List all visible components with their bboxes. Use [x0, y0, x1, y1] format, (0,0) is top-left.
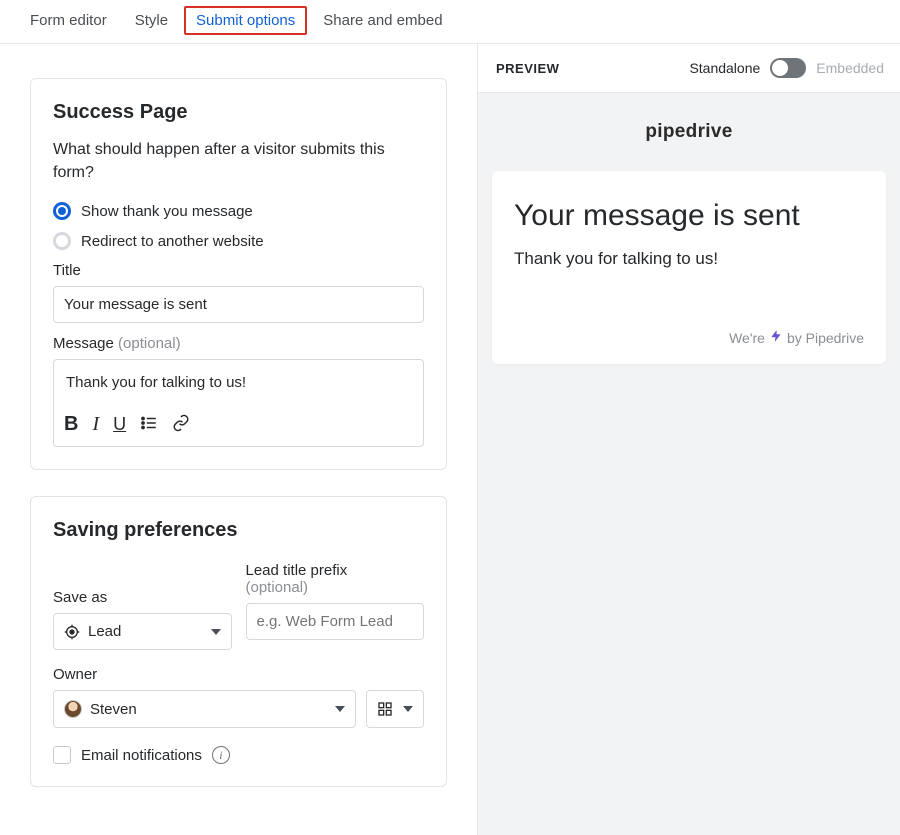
- bullet-list-icon[interactable]: [140, 414, 158, 436]
- owner-value: Steven: [90, 701, 137, 718]
- tab-bar: Form editor Style Submit options Share a…: [0, 0, 900, 44]
- grid-icon: [377, 701, 393, 717]
- save-as-label: Save as: [53, 562, 232, 606]
- preview-card: Your message is sent Thank you for talki…: [492, 171, 886, 364]
- preview-title: Your message is sent: [514, 199, 864, 233]
- preview-mode-toggle[interactable]: [770, 58, 806, 78]
- chevron-down-icon: [403, 706, 413, 712]
- avatar-icon: [64, 700, 82, 718]
- preview-surface: pipedrive Your message is sent Thank you…: [478, 93, 900, 835]
- success-page-heading: Success Page: [53, 101, 424, 124]
- lead-icon: [64, 624, 80, 640]
- prefix-label: Lead title prefix (optional): [246, 562, 425, 596]
- preview-heading: PREVIEW: [496, 61, 559, 76]
- embedded-label: Embedded: [816, 60, 884, 76]
- radio-redirect[interactable]: Redirect to another website: [53, 232, 424, 250]
- success-page-card: Success Page What should happen after a …: [30, 78, 447, 470]
- radio-label: Redirect to another website: [81, 233, 264, 250]
- save-as-select[interactable]: Lead: [53, 613, 232, 650]
- tab-style[interactable]: Style: [135, 12, 168, 29]
- tab-form-editor[interactable]: Form editor: [30, 12, 107, 29]
- preview-message: Thank you for talking to us!: [514, 249, 864, 269]
- radio-icon: [53, 232, 71, 250]
- prefix-input[interactable]: [246, 603, 425, 640]
- info-icon[interactable]: i: [212, 746, 230, 764]
- brand-logo: pipedrive: [492, 121, 886, 143]
- message-textarea[interactable]: Thank you for talking to us!: [53, 359, 424, 407]
- saving-preferences-heading: Saving preferences: [53, 519, 424, 542]
- italic-icon[interactable]: I: [92, 413, 99, 436]
- message-label: Message (optional): [53, 335, 424, 352]
- owner-select[interactable]: Steven: [53, 690, 356, 728]
- save-as-value: Lead: [88, 623, 121, 640]
- success-page-question: What should happen after a visitor submi…: [53, 138, 424, 184]
- layout-button[interactable]: [366, 690, 424, 728]
- chevron-down-icon: [211, 629, 221, 635]
- underline-icon[interactable]: U: [113, 414, 126, 435]
- link-icon[interactable]: [172, 414, 190, 436]
- radio-label: Show thank you message: [81, 203, 253, 220]
- tab-share-embed[interactable]: Share and embed: [323, 12, 442, 29]
- title-label: Title: [53, 262, 424, 279]
- preview-footer: We're by Pipedrive: [514, 329, 864, 346]
- chevron-down-icon: [335, 706, 345, 712]
- saving-preferences-card: Saving preferences Save as Lead Lead tit…: [30, 496, 447, 787]
- message-editor: Thank you for talking to us! B I U: [53, 359, 424, 447]
- bold-icon[interactable]: B: [64, 413, 78, 436]
- bolt-icon: [769, 329, 783, 346]
- owner-label: Owner: [53, 666, 424, 683]
- preview-bar: PREVIEW Standalone Embedded: [478, 44, 900, 93]
- title-input[interactable]: [53, 286, 424, 323]
- radio-thank-you[interactable]: Show thank you message: [53, 202, 424, 220]
- standalone-label: Standalone: [689, 60, 760, 76]
- email-notifications-checkbox[interactable]: [53, 746, 71, 764]
- radio-icon: [53, 202, 71, 220]
- tab-submit-options[interactable]: Submit options: [184, 6, 307, 35]
- email-notifications-label: Email notifications: [81, 747, 202, 764]
